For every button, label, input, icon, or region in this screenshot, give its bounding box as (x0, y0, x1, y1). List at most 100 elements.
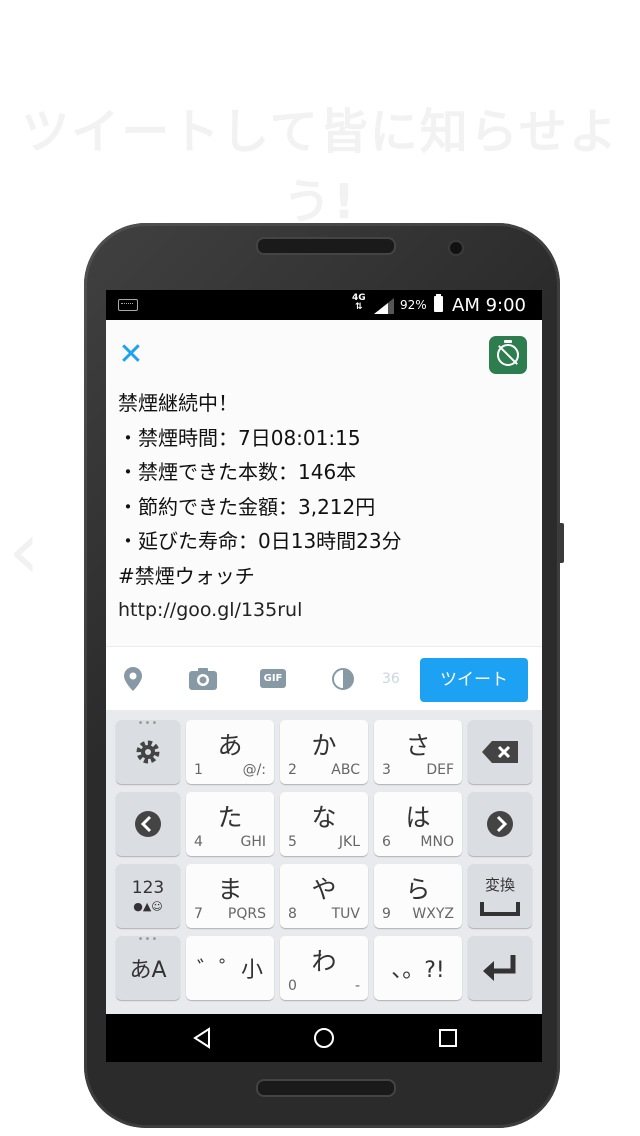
key-num: 6 (382, 834, 391, 850)
key-a[interactable]: あ 1 @/: (186, 720, 274, 784)
key-sub: WXYZ (412, 906, 454, 922)
convert-key[interactable]: 変換 (468, 864, 532, 928)
key-main: や (311, 875, 337, 904)
key-sub: - (354, 978, 360, 994)
battery-icon (434, 294, 443, 312)
key-ka[interactable]: か 2 ABC (280, 720, 368, 784)
keyboard-icon (118, 299, 138, 311)
location-icon[interactable] (124, 667, 142, 691)
key-sub: GHI (240, 834, 266, 850)
key-main: ら (405, 875, 431, 904)
tweet-line: ・節約できた金額：3,212円 (118, 494, 376, 519)
status-bar: 4G ⇅ 92% AM 9:00 (106, 290, 542, 320)
key-sub: @/: (242, 762, 266, 778)
key-main: わ (311, 947, 337, 976)
tweet-line: ・禁煙できた本数：146本 (118, 460, 357, 484)
tweet-link: http://goo.gl/135rul (118, 599, 303, 621)
convert-label: 変換 (484, 876, 515, 894)
key-sub: JKL (338, 834, 360, 850)
key-main: た (217, 803, 243, 832)
enter-icon (483, 955, 516, 981)
key-sub: MNO (420, 834, 454, 850)
network-indicator: 4G ⇅ (352, 293, 366, 312)
tweet-button[interactable]: ツイート (420, 658, 528, 702)
key-sub: ABC (331, 762, 360, 778)
key-main: か (311, 731, 337, 760)
battery-percent: 92% (400, 298, 427, 312)
arrow-left-icon (135, 811, 161, 837)
key-sub: PQRS (227, 906, 266, 922)
key-ta[interactable]: た 4 GHI (186, 792, 274, 856)
key-main: ゛゜小 (196, 958, 263, 983)
key-num: 1 (194, 762, 203, 778)
close-icon[interactable]: ✕ (118, 340, 144, 370)
arrow-right-icon (487, 811, 513, 837)
space-icon (480, 902, 520, 916)
home-icon[interactable] (312, 1026, 336, 1050)
tweet-textarea[interactable]: 禁煙継続中！ ・禁煙時間：7日08:01:15 ・禁煙できた本数：146本 ・節… (118, 386, 528, 628)
tweet-line: ・禁煙時間：7日08:01:15 (118, 425, 361, 450)
bottom-speaker (256, 1079, 396, 1097)
key-main: ま (217, 875, 243, 904)
enter-key[interactable] (468, 936, 532, 1000)
gear-icon (136, 740, 160, 764)
phone-screen: 4G ⇅ 92% AM 9:00 ✕ 禁煙継続中！ ・禁煙時間：7日08:01:1… (106, 290, 542, 1062)
tweet-hashtag: #禁煙ウォッチ (118, 563, 255, 588)
key-sa[interactable]: さ 3 DEF (374, 720, 462, 784)
camera-icon[interactable] (189, 667, 217, 691)
character-count: 36 (382, 671, 400, 687)
key-num: 2 (288, 762, 297, 778)
key-ha[interactable]: は 6 MNO (374, 792, 462, 856)
tweet-line: ・延びた寿命：0日13時間23分 (118, 529, 402, 553)
recents-icon[interactable] (436, 1026, 460, 1050)
previous-arrow-icon[interactable]: ‹ (8, 506, 68, 596)
key-na[interactable]: な 5 JKL (280, 792, 368, 856)
key-num: 0 (288, 978, 297, 994)
front-camera (448, 240, 464, 256)
key-main: あ (217, 731, 243, 760)
kana-mode-label: あA (129, 958, 167, 983)
tweet-line: 禁煙継続中！ (118, 391, 238, 415)
dakuten-key[interactable]: ゛゜小 (186, 936, 274, 1000)
network-label: 4G (352, 293, 366, 303)
key-ya[interactable]: や 8 TUV (280, 864, 368, 928)
key-sub: TUV (331, 906, 360, 922)
key-main: は (405, 803, 431, 832)
status-clock: AM 9:00 (452, 295, 526, 316)
key-wa[interactable]: わ 0 - (280, 936, 368, 1000)
cursor-right-key[interactable] (468, 792, 532, 856)
key-num: 7 (194, 906, 203, 922)
top-speaker (256, 237, 396, 255)
key-main: 、。?! (391, 958, 445, 983)
key-num: 3 (382, 762, 391, 778)
poll-icon[interactable] (332, 667, 354, 691)
flick-keyboard: ••• あ 1 @/: か 2 ABC さ 3 DEF た 4 GHI な 5 … (106, 710, 542, 1014)
signal-icon (374, 298, 394, 314)
key-ra[interactable]: ら 9 WXYZ (374, 864, 462, 928)
punctuation-key[interactable]: 、。?! (374, 936, 462, 1000)
key-ma[interactable]: ま 7 PQRS (186, 864, 274, 928)
key-num: 4 (194, 834, 203, 850)
key-num: 8 (288, 906, 297, 922)
key-num: 5 (288, 834, 297, 850)
quit-smoking-app-icon (489, 336, 527, 374)
back-icon[interactable] (190, 1026, 214, 1050)
backspace-key[interactable] (468, 720, 532, 784)
key-num: 9 (382, 906, 391, 922)
number-mode-label: 123 (131, 878, 165, 898)
android-nav-bar (106, 1014, 542, 1062)
gif-icon[interactable]: GIF (260, 669, 286, 688)
symbol-mode-label: ●▲☺ (133, 900, 163, 913)
key-main: な (311, 803, 337, 832)
power-button[interactable] (558, 523, 564, 563)
compose-toolbar: GIF 36 ツイート (106, 646, 542, 711)
key-main: さ (405, 731, 431, 760)
headline: ツイートして皆に知らせよう! (21, 104, 619, 230)
backspace-icon (482, 741, 518, 763)
kana-mode-key[interactable]: ••• あA (116, 935, 180, 1000)
key-sub: DEF (426, 762, 454, 778)
tweet-compose: ✕ 禁煙継続中！ ・禁煙時間：7日08:01:15 ・禁煙できた本数：146本 … (106, 320, 542, 646)
number-mode-key[interactable]: 123 ●▲☺ (116, 864, 180, 928)
cursor-left-key[interactable] (116, 792, 180, 856)
settings-key[interactable]: ••• (116, 719, 180, 784)
